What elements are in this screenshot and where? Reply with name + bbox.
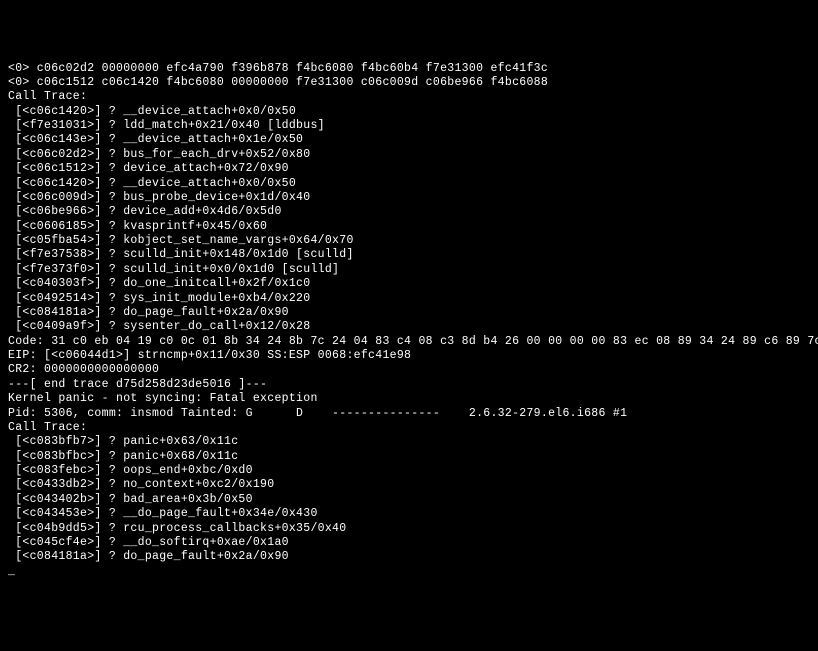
terminal-line: [<c06c009d>] ? bus_probe_device+0x1d/0x4… bbox=[8, 191, 810, 205]
terminal-line: [<c06c1420>] ? __device_attach+0x0/0x50 bbox=[8, 177, 810, 191]
terminal-line: [<c0409a9f>] ? sysenter_do_call+0x12/0x2… bbox=[8, 320, 810, 334]
terminal-line: [<f7e373f0>] ? sculld_init+0x0/0x1d0 [sc… bbox=[8, 263, 810, 277]
terminal-line: Kernel panic - not syncing: Fatal except… bbox=[8, 392, 810, 406]
cursor: _ bbox=[8, 565, 15, 578]
terminal-line: [<c06be966>] ? device_add+0x4d6/0x5d0 bbox=[8, 205, 810, 219]
terminal-line: [<c043402b>] ? bad_area+0x3b/0x50 bbox=[8, 493, 810, 507]
terminal-line: [<c06c1512>] ? device_attach+0x72/0x90 bbox=[8, 162, 810, 176]
terminal-line: [<c040303f>] ? do_one_initcall+0x2f/0x1c… bbox=[8, 277, 810, 291]
terminal-line: [<c06c1420>] ? __device_attach+0x0/0x50 bbox=[8, 105, 810, 119]
terminal-line: [<c083bfbc>] ? panic+0x68/0x11c bbox=[8, 450, 810, 464]
kernel-panic-terminal: <0> c06c02d2 00000000 efc4a790 f396b878 … bbox=[8, 62, 810, 580]
terminal-line: <0> c06c02d2 00000000 efc4a790 f396b878 … bbox=[8, 62, 810, 76]
terminal-line: [<c0606185>] ? kvasprintf+0x45/0x60 bbox=[8, 220, 810, 234]
terminal-line: EIP: [<c06044d1>] strncmp+0x11/0x30 SS:E… bbox=[8, 349, 810, 363]
terminal-line: CR2: 0000000000000000 bbox=[8, 363, 810, 377]
terminal-line: Pid: 5306, comm: insmod Tainted: G D ---… bbox=[8, 407, 810, 421]
terminal-line: [<c06c143e>] ? __device_attach+0x1e/0x50 bbox=[8, 133, 810, 147]
terminal-line: [<c083bfb7>] ? panic+0x63/0x11c bbox=[8, 435, 810, 449]
terminal-line: Call Trace: bbox=[8, 421, 810, 435]
terminal-line: [<f7e37538>] ? sculld_init+0x148/0x1d0 [… bbox=[8, 248, 810, 262]
terminal-line: [<c06c02d2>] ? bus_for_each_drv+0x52/0x8… bbox=[8, 148, 810, 162]
cursor-line: _ bbox=[8, 565, 810, 579]
terminal-line: [<c084181a>] ? do_page_fault+0x2a/0x90 bbox=[8, 550, 810, 564]
terminal-line: [<c083febc>] ? oops_end+0xbc/0xd0 bbox=[8, 464, 810, 478]
terminal-line: Code: 31 c0 eb 04 19 c0 0c 01 8b 34 24 8… bbox=[8, 335, 810, 349]
terminal-line: ---[ end trace d75d258d23de5016 ]--- bbox=[8, 378, 810, 392]
terminal-line: [<f7e31031>] ? ldd_match+0x21/0x40 [lddb… bbox=[8, 119, 810, 133]
terminal-line: [<c0433db2>] ? no_context+0xc2/0x190 bbox=[8, 478, 810, 492]
terminal-line: [<c043453e>] ? __do_page_fault+0x34e/0x4… bbox=[8, 507, 810, 521]
terminal-line: [<c084181a>] ? do_page_fault+0x2a/0x90 bbox=[8, 306, 810, 320]
terminal-line: [<c04b9dd5>] ? rcu_process_callbacks+0x3… bbox=[8, 522, 810, 536]
terminal-line: [<c045cf4e>] ? __do_softirq+0xae/0x1a0 bbox=[8, 536, 810, 550]
terminal-line: [<c0492514>] ? sys_init_module+0xb4/0x22… bbox=[8, 292, 810, 306]
terminal-line: [<c05fba54>] ? kobject_set_name_vargs+0x… bbox=[8, 234, 810, 248]
terminal-line: <0> c06c1512 c06c1420 f4bc6080 00000000 … bbox=[8, 76, 810, 90]
terminal-line: Call Trace: bbox=[8, 90, 810, 104]
